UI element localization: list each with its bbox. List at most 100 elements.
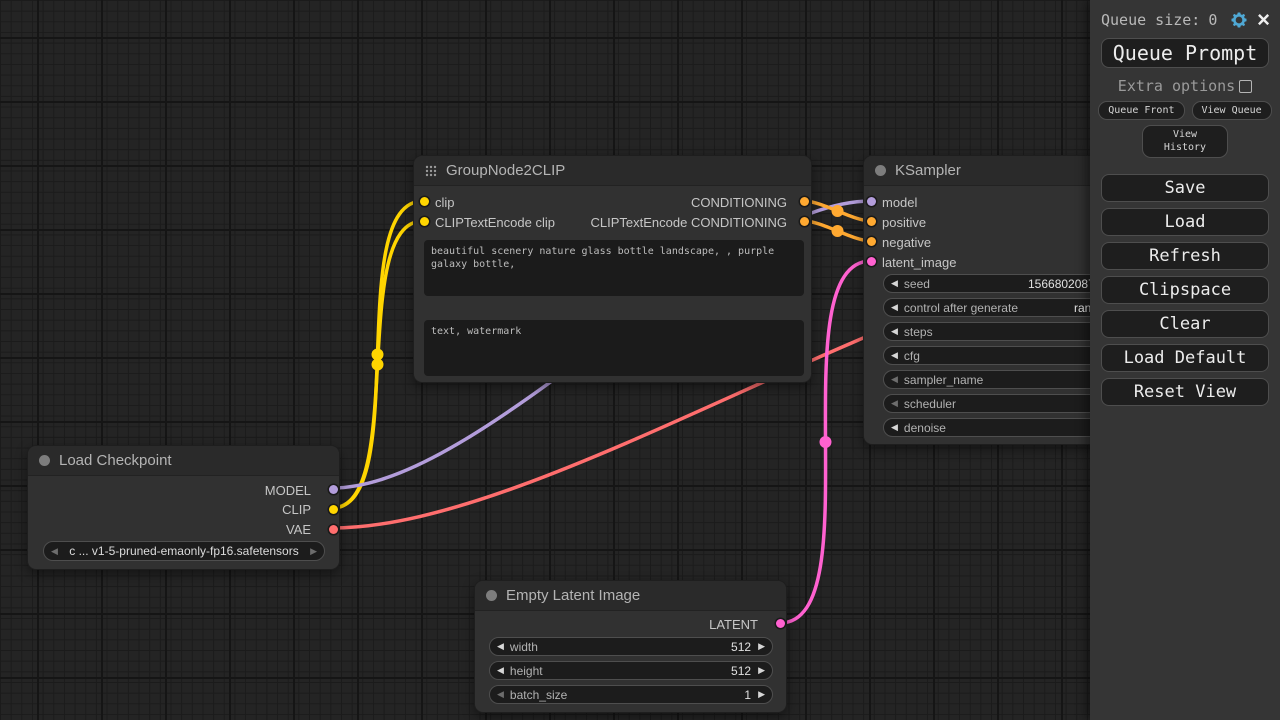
- increment-arrow-icon[interactable]: ▶: [758, 690, 765, 699]
- decrement-arrow-icon[interactable]: ◀: [497, 642, 504, 651]
- action-buttons: Save Load Refresh Clipspace Clear Load D…: [1101, 174, 1269, 406]
- decrement-arrow-icon[interactable]: ◀: [497, 666, 504, 675]
- menu-header: Queue size: 0 ×: [1090, 0, 1280, 30]
- gear-icon[interactable]: [1229, 10, 1249, 30]
- node-empty-latent-image: Empty Latent Image LATENT ◀ width 512▶ ◀…: [474, 580, 787, 713]
- input-label: latent_image: [882, 255, 956, 270]
- graph-canvas[interactable]: GroupNode2CLIP clip CLIPTextEncode clip …: [0, 0, 1280, 720]
- widget-value: 512: [731, 640, 751, 654]
- queue-prompt-button[interactable]: Queue Prompt: [1101, 38, 1269, 68]
- extra-options-checkbox[interactable]: [1239, 80, 1252, 93]
- link-dot-latent: [820, 436, 832, 448]
- widget-value: 1566802087: [1028, 277, 1095, 291]
- input-label: negative: [882, 235, 931, 250]
- reset-view-button[interactable]: Reset View: [1101, 378, 1269, 406]
- increment-arrow-icon[interactable]: ▶: [758, 642, 765, 651]
- widget-label: cfg: [904, 349, 920, 363]
- widget-label: seed: [904, 277, 930, 291]
- input-port-positive[interactable]: [867, 217, 876, 226]
- close-icon[interactable]: ×: [1257, 11, 1270, 29]
- output-label: MODEL: [191, 483, 311, 498]
- decrement-arrow-icon[interactable]: ◀: [891, 279, 898, 288]
- widget-ckpt-name[interactable]: ◀ c ... v1-5-pruned-emaonly-fp16.safeten…: [43, 541, 325, 561]
- input-label: model: [882, 195, 917, 210]
- widget-width[interactable]: ◀ width 512 ▶: [489, 637, 773, 656]
- output-port-vae[interactable]: [329, 525, 338, 534]
- view-history-button[interactable]: View History: [1142, 125, 1228, 158]
- widget-value: c ... v1-5-pruned-emaonly-fp16.safetenso…: [62, 544, 306, 558]
- node-groupnode2clip-header[interactable]: GroupNode2CLIP: [414, 156, 811, 186]
- group-node-icon: [425, 165, 437, 177]
- queue-front-button[interactable]: Queue Front: [1098, 101, 1184, 120]
- decrement-arrow-icon[interactable]: ◀: [51, 547, 58, 556]
- output-label: CLIPTextEncode CONDITIONING: [591, 215, 788, 230]
- output-port-latent[interactable]: [776, 619, 785, 628]
- input-port-negative[interactable]: [867, 237, 876, 246]
- queue-size: Queue size: 0: [1101, 11, 1217, 29]
- extra-options-label: Extra options: [1118, 77, 1235, 95]
- output-label: CONDITIONING: [691, 195, 787, 210]
- input-port-model[interactable]: [867, 197, 876, 206]
- decrement-arrow-icon[interactable]: ◀: [891, 423, 898, 432]
- load-default-button[interactable]: Load Default: [1101, 344, 1269, 372]
- decrement-arrow-icon[interactable]: ◀: [891, 399, 898, 408]
- widget-label: height: [510, 664, 543, 678]
- output-label: VAE: [191, 522, 311, 537]
- node-load-checkpoint-header[interactable]: Load Checkpoint: [28, 446, 339, 476]
- output-port-clip[interactable]: [329, 505, 338, 514]
- output-port-model[interactable]: [329, 485, 338, 494]
- input-label: CLIPTextEncode clip: [435, 215, 555, 230]
- widget-label: control after generate: [904, 301, 1018, 315]
- decrement-arrow-icon[interactable]: ◀: [891, 327, 898, 336]
- widget-label: scheduler: [904, 397, 956, 411]
- output-label: CLIP: [191, 502, 311, 517]
- load-button[interactable]: Load: [1101, 208, 1269, 236]
- input-port-clip[interactable]: [420, 197, 429, 206]
- widget-label: steps: [904, 325, 933, 339]
- collapse-dot-icon[interactable]: [486, 590, 497, 601]
- link-dot-negative: [832, 225, 844, 237]
- node-empty-latent-image-header[interactable]: Empty Latent Image: [475, 581, 786, 611]
- widget-height[interactable]: ◀ height 512 ▶: [489, 661, 773, 680]
- node-groupnode2clip: GroupNode2CLIP clip CLIPTextEncode clip …: [413, 155, 812, 383]
- positive-prompt-textarea[interactable]: beautiful scenery nature glass bottle la…: [424, 240, 804, 296]
- queue-size-value: 0: [1208, 11, 1217, 29]
- extra-options-row: Extra options: [1118, 77, 1252, 95]
- increment-arrow-icon[interactable]: ▶: [758, 666, 765, 675]
- widget-value: 1: [744, 688, 751, 702]
- clear-button[interactable]: Clear: [1101, 310, 1269, 338]
- decrement-arrow-icon[interactable]: ◀: [497, 690, 504, 699]
- input-label: clip: [435, 195, 455, 210]
- collapse-dot-icon[interactable]: [875, 165, 886, 176]
- decrement-arrow-icon[interactable]: ◀: [891, 351, 898, 360]
- input-port-cliptextencode-clip[interactable]: [420, 217, 429, 226]
- widget-value: 512: [731, 664, 751, 678]
- decrement-arrow-icon[interactable]: ◀: [891, 303, 898, 312]
- node-title: KSampler: [895, 162, 961, 179]
- input-label: positive: [882, 215, 926, 230]
- decrement-arrow-icon[interactable]: ◀: [891, 375, 898, 384]
- queue-size-label: Queue size:: [1101, 11, 1200, 29]
- widget-label: width: [510, 640, 538, 654]
- collapse-dot-icon[interactable]: [39, 455, 50, 466]
- clipspace-button[interactable]: Clipspace: [1101, 276, 1269, 304]
- node-load-checkpoint: Load Checkpoint MODEL CLIP VAE ◀ c ... v…: [27, 445, 340, 570]
- output-port-conditioning[interactable]: [800, 197, 809, 206]
- output-port-cliptextencode-conditioning[interactable]: [800, 217, 809, 226]
- link-dot-clip-2: [372, 359, 384, 371]
- queue-controls-row: Queue Front View Queue: [1098, 101, 1271, 120]
- negative-prompt-textarea[interactable]: text, watermark: [424, 320, 804, 376]
- node-title: Empty Latent Image: [506, 587, 640, 604]
- link-dot-positive: [832, 205, 844, 217]
- view-history-line2: History: [1143, 141, 1227, 154]
- save-button[interactable]: Save: [1101, 174, 1269, 202]
- view-queue-button[interactable]: View Queue: [1192, 101, 1272, 120]
- node-title: Load Checkpoint: [59, 452, 172, 469]
- refresh-button[interactable]: Refresh: [1101, 242, 1269, 270]
- input-port-latent-image[interactable]: [867, 257, 876, 266]
- widget-label: sampler_name: [904, 373, 983, 387]
- widget-batch-size[interactable]: ◀ batch_size 1▶: [489, 685, 773, 704]
- increment-arrow-icon[interactable]: ▶: [310, 547, 317, 556]
- view-history-line1: View: [1143, 128, 1227, 141]
- comfy-menu: Queue size: 0 × Queue Prompt Extra option…: [1090, 0, 1280, 720]
